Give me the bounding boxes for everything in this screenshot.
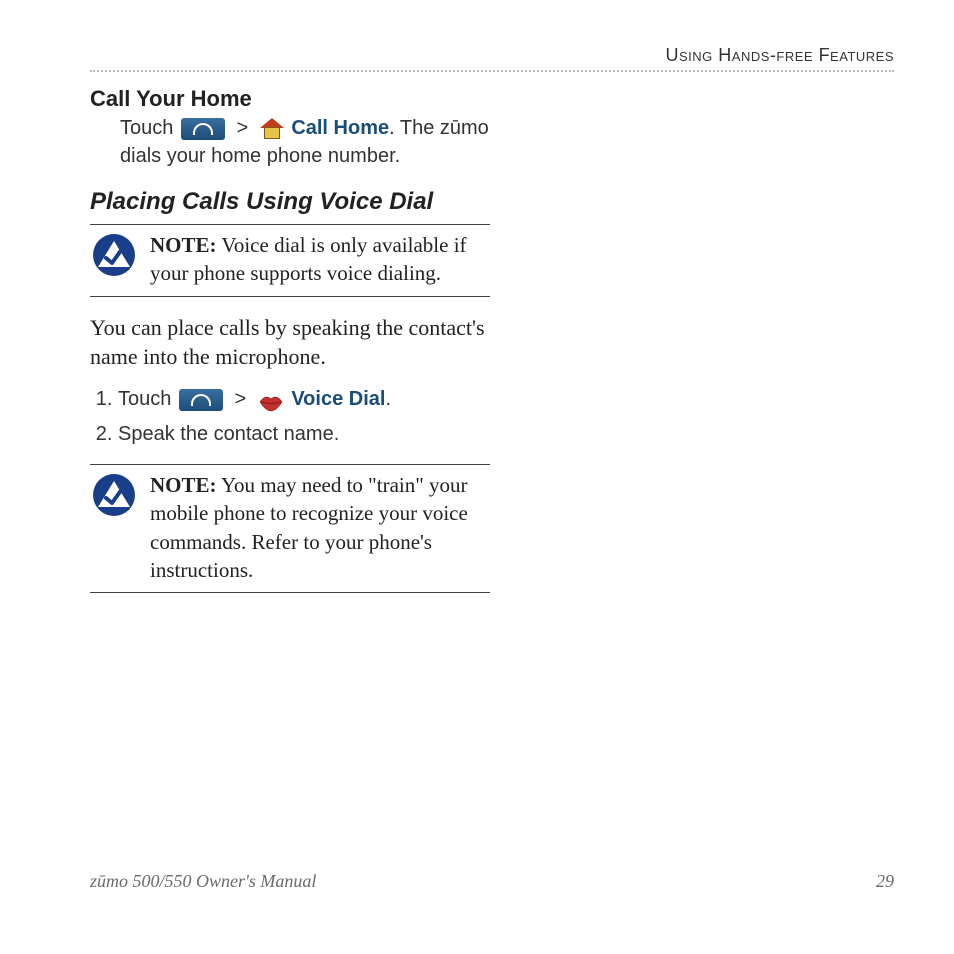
- checkmark-badge-icon: [92, 473, 136, 517]
- content-column: Call Your Home Touch > Call Home. The zū…: [90, 86, 490, 593]
- header-divider: [90, 70, 894, 72]
- step1-touch: Touch: [118, 388, 177, 410]
- note-label: NOTE:: [150, 473, 217, 497]
- note-text: NOTE: You may need to "train" your mobil…: [150, 471, 490, 584]
- note-train-phone: NOTE: You may need to "train" your mobil…: [90, 464, 490, 593]
- heading-voice-dial: Placing Calls Using Voice Dial: [90, 188, 490, 216]
- step1-tail: .: [385, 388, 391, 410]
- step-1: Touch > Voice Dial.: [118, 384, 490, 415]
- phone-icon: [181, 118, 225, 140]
- label-voice-dial: Voice Dial: [291, 388, 385, 410]
- footer-manual-title: zūmo 500/550 Owner's Manual: [90, 871, 316, 892]
- voice-dial-intro: You can place calls by speaking the cont…: [90, 313, 490, 372]
- note-icon-wrapper: [90, 471, 138, 584]
- text-touch: Touch: [120, 117, 179, 139]
- heading-call-your-home: Call Your Home: [90, 86, 490, 112]
- separator-gt: >: [237, 114, 249, 142]
- note-label: NOTE:: [150, 233, 217, 257]
- footer-page-number: 29: [876, 871, 894, 892]
- page-footer: zūmo 500/550 Owner's Manual 29: [90, 871, 894, 892]
- call-home-paragraph: Touch > Call Home. The zūmo dials your h…: [120, 114, 490, 170]
- note-icon-wrapper: [90, 231, 138, 288]
- manual-page: Using Hands-free Features Call Your Home…: [0, 0, 954, 954]
- note-voice-dial-support: NOTE: Voice dial is only available if yo…: [90, 224, 490, 297]
- step-2: Speak the contact name.: [118, 419, 490, 450]
- separator-gt: >: [235, 384, 247, 415]
- phone-icon: [179, 389, 223, 411]
- lips-icon: [258, 391, 284, 409]
- checkmark-badge-icon: [92, 233, 136, 277]
- label-call-home: Call Home: [291, 117, 389, 139]
- voice-dial-steps: Touch > Voice Dial. Speak the contact na…: [90, 384, 490, 450]
- running-head: Using Hands-free Features: [90, 45, 894, 70]
- note-text: NOTE: Voice dial is only available if yo…: [150, 231, 490, 288]
- home-icon: [260, 118, 284, 140]
